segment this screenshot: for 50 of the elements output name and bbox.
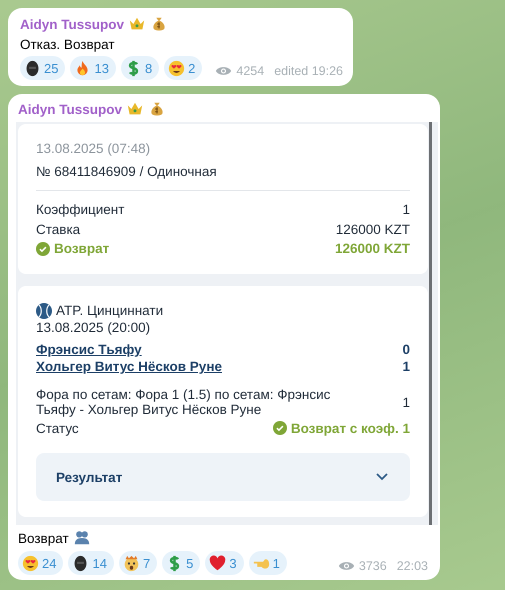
player-score: 0 bbox=[402, 340, 410, 358]
event-date: 13.08.2025 (20:00) bbox=[36, 319, 152, 337]
ticket-label-text: Коэффициент bbox=[36, 201, 124, 219]
heart-eyes-icon bbox=[168, 60, 186, 76]
message-text: Отказ. Возврат bbox=[20, 37, 115, 52]
ticket-value: 126000 KZT bbox=[336, 220, 410, 238]
message-time: 22:03 bbox=[396, 559, 428, 574]
reaction-chip[interactable]: 8 bbox=[120, 56, 160, 80]
reaction-chip[interactable]: 5 bbox=[162, 551, 200, 576]
player-score: 1 bbox=[402, 358, 410, 376]
view-count: 4254 bbox=[236, 64, 264, 78]
heart-eyes-icon bbox=[22, 554, 39, 572]
ticket-label-text: Ставка bbox=[36, 220, 80, 238]
check-icon bbox=[36, 242, 50, 256]
reaction-chip[interactable]: 13 bbox=[70, 56, 116, 80]
masked-head-icon bbox=[24, 60, 41, 76]
heart-icon bbox=[209, 554, 226, 572]
chevron-icon bbox=[376, 473, 388, 482]
message-time: edited 19:26 bbox=[274, 64, 343, 78]
tennis-ball-icon bbox=[36, 302, 52, 318]
reaction-chip[interactable]: 14 bbox=[68, 551, 114, 576]
view-count: 3736 bbox=[358, 559, 387, 574]
reaction-chip[interactable]: 2 bbox=[164, 56, 202, 80]
people-icon bbox=[72, 529, 91, 548]
message-text: Возврат bbox=[18, 530, 69, 546]
masked-head-icon bbox=[72, 554, 90, 572]
ticket-value: 126000 KZT bbox=[334, 240, 410, 258]
author-name[interactable]: Aidyn Tussupov bbox=[18, 102, 122, 116]
reaction-chip[interactable]: 25 bbox=[20, 56, 66, 80]
player-link[interactable]: Фрэнсис Тьяфу bbox=[36, 340, 142, 358]
shocked-face-icon bbox=[122, 554, 140, 572]
ticket-number: № 68411846909 / Одиночная bbox=[36, 162, 218, 180]
views-icon bbox=[215, 65, 232, 77]
ticket-date: 13.08.2025 (07:48) bbox=[36, 140, 152, 158]
reaction-chip[interactable]: 1 bbox=[248, 551, 287, 576]
status-label: Статус bbox=[36, 420, 79, 438]
reaction-chip[interactable]: 3 bbox=[205, 551, 244, 576]
player-link[interactable]: Хольгер Витус Нёсков Руне bbox=[36, 358, 222, 376]
ticket-value: 1 bbox=[402, 201, 410, 219]
market-text: Фора по сетам: Фора 1 (1.5) по сетам: Фрэнсис Тьяфу - Хольгер Витус Нёсков Руне bbox=[36, 388, 332, 418]
result-dropdown[interactable]: Результат bbox=[36, 453, 410, 502]
reaction-chip[interactable]: 7 bbox=[118, 551, 158, 576]
market-odds: 1 bbox=[402, 394, 410, 412]
ticket-label-text: Возврат bbox=[54, 240, 110, 258]
reaction-chip[interactable]: 24 bbox=[18, 551, 64, 576]
status-value: Возврат с коэф. 1 bbox=[290, 420, 410, 438]
views-icon bbox=[338, 560, 355, 572]
league-name: ATP. Цинциннати bbox=[56, 302, 164, 320]
author-name[interactable]: Aidyn Tussupov bbox=[20, 16, 124, 32]
check-icon bbox=[272, 421, 287, 436]
